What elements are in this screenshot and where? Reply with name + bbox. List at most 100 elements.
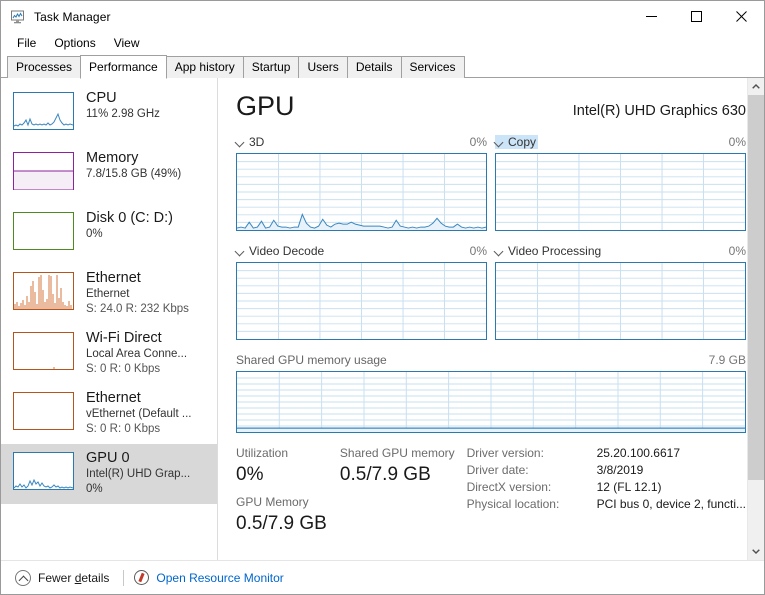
engine-video-decode-selector[interactable]: Video Decode — [236, 244, 324, 258]
task-manager-icon — [10, 9, 26, 25]
info-row: DirectX version: 12 (FL 12.1) — [467, 479, 746, 496]
tab-app-history[interactable]: App history — [165, 56, 244, 78]
sidebar-item-disk0-text: Disk 0 (C: D:) 0% — [86, 209, 173, 242]
scroll-up-arrow-icon[interactable] — [748, 78, 764, 95]
sidebar-item-memory[interactable]: Memory 7.8/15.8 GB (49%) — [1, 144, 218, 204]
ethernet-mini-graph — [13, 272, 74, 310]
sidebar-item-ethernet-sub2: S: 24.0 R: 232 Kbps — [86, 303, 189, 315]
engine-video-decode-value: 0% — [469, 244, 487, 258]
sidebar-item-wifi-direct[interactable]: Wi-Fi Direct Local Area Conne... S: 0 R:… — [1, 324, 218, 384]
device-name: Intel(R) UHD Graphics 630 — [572, 103, 746, 119]
tab-users[interactable]: Users — [298, 56, 348, 78]
driver-date-key: Driver date: — [466, 463, 529, 477]
chevron-down-icon — [236, 138, 245, 147]
sidebar-item-cpu[interactable]: CPU 11% 2.98 GHz — [1, 84, 218, 144]
engine-copy-header: Copy 0% — [495, 134, 746, 150]
menu-file[interactable]: File — [8, 34, 45, 52]
sidebar-item-gpu0-sub2: 0% — [86, 483, 103, 495]
scrollbar-thumb[interactable] — [748, 95, 764, 480]
directx-version-value: 12 (FL 12.1) — [596, 480, 662, 494]
driver-info: Driver version: 25.20.100.6617 Driver da… — [467, 445, 746, 543]
info-row: Driver version: 25.20.100.6617 — [467, 445, 746, 462]
utilization-value: 0% — [236, 464, 264, 485]
sidebar-item-vethernet[interactable]: Ethernet vEthernet (Default ... S: 0 R: … — [1, 384, 218, 444]
driver-date-value: 3/8/2019 — [596, 463, 644, 477]
sidebar-item-disk0-sub: 0% — [86, 228, 103, 240]
sidebar-item-cpu-title: CPU — [86, 90, 117, 106]
stat-shared-memory: Shared GPU memory 0.5/7.9 GB — [340, 445, 467, 543]
driver-version-value: 25.20.100.6617 — [596, 446, 680, 460]
minimize-button[interactable] — [629, 1, 674, 32]
gpu-detail-panel: GPU Intel(R) UHD Graphics 630 3D 0% Copy… — [218, 78, 764, 560]
sidebar-item-gpu0-title: GPU 0 — [86, 450, 130, 466]
close-button[interactable] — [719, 1, 764, 32]
shared-memory-label: Shared GPU memory usage — [236, 353, 387, 367]
engine-video-decode-graph — [236, 262, 487, 340]
sidebar-item-ethernet[interactable]: Ethernet Ethernet S: 24.0 R: 232 Kbps — [1, 264, 218, 324]
fewer-details-button[interactable]: Fewer details — [11, 568, 113, 588]
chevron-down-icon — [495, 247, 504, 256]
menu-view[interactable]: View — [105, 34, 149, 52]
vethernet-mini-graph — [13, 392, 74, 430]
sidebar-item-wifi-direct-text: Wi-Fi Direct Local Area Conne... S: 0 R:… — [86, 329, 187, 377]
sidebar-item-disk0[interactable]: Disk 0 (C: D:) 0% — [1, 204, 218, 264]
footer-divider — [123, 569, 125, 586]
footer-bar: Fewer details Open Resource Monitor — [1, 560, 764, 594]
title-bar: Task Manager — [1, 1, 764, 32]
engine-3d-label: 3D — [249, 135, 265, 149]
scrollbar-track[interactable] — [748, 95, 764, 543]
stats-area: Utilization 0% GPU Memory 0.5/7.9 GB Sha… — [236, 445, 746, 543]
utilization-label: Utilization — [236, 446, 289, 460]
engine-video-processing-header: Video Processing 0% — [495, 243, 746, 259]
sidebar-item-wifi-direct-title: Wi-Fi Direct — [86, 330, 162, 346]
window-controls — [629, 1, 764, 32]
driver-version-key: Driver version: — [466, 446, 544, 460]
info-row: Physical location: PCI bus 0, device 2, … — [467, 496, 746, 513]
tab-startup[interactable]: Startup — [242, 56, 300, 78]
sidebar-item-memory-text: Memory 7.8/15.8 GB (49%) — [86, 149, 181, 182]
tab-processes[interactable]: Processes — [7, 56, 82, 78]
engine-row-2: Video Decode 0% Video Processing 0% — [236, 243, 746, 340]
sidebar-item-gpu0-sub1: Intel(R) UHD Grap... — [86, 468, 191, 480]
sidebar-item-ethernet-sub1: Ethernet — [86, 288, 130, 300]
engine-3d-header: 3D 0% — [236, 134, 487, 150]
tab-bar: Processes Performance App history Startu… — [1, 54, 764, 79]
sidebar-item-wifi-direct-sub1: Local Area Conne... — [86, 348, 188, 360]
chevron-down-icon — [236, 247, 245, 256]
sidebar-item-vethernet-text: Ethernet vEthernet (Default ... S: 0 R: … — [86, 389, 191, 437]
engine-copy-label: Copy — [508, 135, 537, 149]
sidebar-item-gpu0[interactable]: GPU 0 Intel(R) UHD Grap... 0% — [1, 444, 218, 504]
disk-mini-graph — [13, 212, 74, 250]
engine-3d: 3D 0% — [236, 134, 487, 231]
maximize-button[interactable] — [674, 1, 719, 32]
sidebar-item-memory-title: Memory — [86, 150, 139, 166]
cpu-mini-graph — [13, 92, 74, 130]
resource-monitor-icon — [134, 570, 150, 585]
window-title: Task Manager — [34, 9, 111, 24]
sidebar-item-cpu-text: CPU 11% 2.98 GHz — [86, 89, 160, 122]
vertical-scrollbar[interactable] — [747, 78, 764, 560]
scroll-down-arrow-icon[interactable] — [748, 543, 764, 560]
engine-copy-value: 0% — [728, 135, 746, 149]
open-resource-monitor-link[interactable]: Open Resource Monitor — [134, 570, 284, 585]
shared-memory-graph — [236, 371, 746, 433]
stat-utilization: Utilization 0% GPU Memory 0.5/7.9 GB — [236, 445, 340, 543]
panel-header: GPU Intel(R) UHD Graphics 630 — [236, 90, 746, 122]
engine-video-processing-label: Video Processing — [508, 244, 602, 258]
engine-video-processing: Video Processing 0% — [495, 243, 746, 340]
menu-bar: File Options View — [1, 32, 764, 54]
tab-performance[interactable]: Performance — [80, 55, 167, 79]
tab-services[interactable]: Services — [400, 56, 465, 78]
tab-details[interactable]: Details — [346, 56, 402, 78]
engine-video-processing-graph — [495, 262, 746, 340]
menu-options[interactable]: Options — [45, 34, 104, 52]
engine-copy: Copy 0% — [495, 134, 746, 231]
gpu0-mini-graph — [13, 452, 74, 490]
open-resource-monitor-label: Open Resource Monitor — [156, 570, 284, 585]
engine-3d-selector[interactable]: 3D — [236, 135, 264, 149]
engine-video-decode: Video Decode 0% — [236, 243, 487, 340]
info-row: Driver date: 3/8/2019 — [467, 462, 746, 479]
engine-copy-selector[interactable]: Copy — [495, 135, 539, 149]
sidebar-item-ethernet-text: Ethernet Ethernet S: 24.0 R: 232 Kbps — [86, 269, 189, 317]
engine-video-processing-selector[interactable]: Video Processing — [495, 244, 601, 258]
